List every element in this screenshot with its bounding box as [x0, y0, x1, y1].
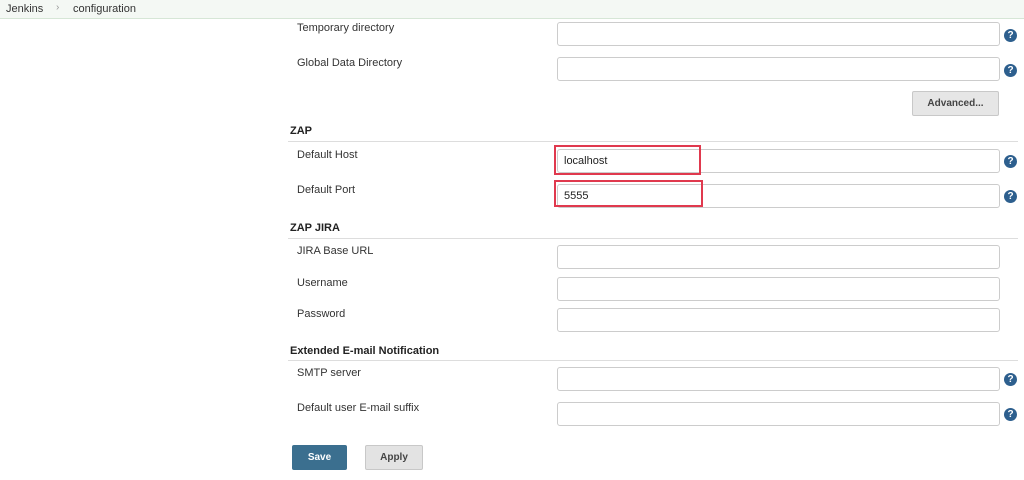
global-data-label: Global Data Directory: [297, 57, 403, 69]
section-title-zap: ZAP: [290, 125, 312, 137]
global-data-input[interactable]: [557, 57, 1000, 81]
section-title-email: Extended E-mail Notification: [290, 345, 440, 357]
default-host-label: Default Host: [297, 149, 358, 161]
password-input[interactable]: [557, 308, 1000, 332]
breadcrumb-jenkins[interactable]: Jenkins: [6, 3, 43, 15]
temp-dir-input[interactable]: [557, 22, 1000, 46]
default-port-label: Default Port: [297, 184, 356, 196]
section-divider: [288, 238, 1018, 239]
section-divider: [288, 360, 1018, 361]
breadcrumb-configuration[interactable]: configuration: [73, 3, 136, 15]
jira-url-label: JIRA Base URL: [297, 245, 374, 257]
breadcrumb: Jenkins › configuration: [0, 0, 1024, 19]
email-suffix-input[interactable]: [557, 402, 1000, 426]
jira-url-input[interactable]: [557, 245, 1000, 269]
smtp-server-input[interactable]: [557, 367, 1000, 391]
username-input[interactable]: [557, 277, 1000, 301]
help-icon[interactable]: ?: [1004, 29, 1017, 42]
help-icon[interactable]: ?: [1004, 155, 1017, 168]
username-label: Username: [297, 277, 348, 289]
help-icon[interactable]: ?: [1004, 408, 1017, 421]
chevron-right-icon: ›: [56, 2, 60, 13]
temp-dir-label: Temporary directory: [297, 22, 395, 34]
apply-button[interactable]: Apply: [365, 445, 423, 470]
smtp-server-label: SMTP server: [297, 367, 361, 379]
save-button[interactable]: Save: [292, 445, 347, 470]
highlight-box: [554, 180, 703, 207]
section-title-zap-jira: ZAP JIRA: [290, 222, 340, 234]
help-icon[interactable]: ?: [1004, 373, 1017, 386]
email-suffix-label: Default user E-mail suffix: [297, 402, 420, 414]
highlight-box: [554, 145, 701, 175]
section-divider: [288, 141, 1018, 142]
password-label: Password: [297, 308, 346, 320]
advanced-button[interactable]: Advanced...: [912, 91, 999, 116]
help-icon[interactable]: ?: [1004, 190, 1017, 203]
help-icon[interactable]: ?: [1004, 64, 1017, 77]
